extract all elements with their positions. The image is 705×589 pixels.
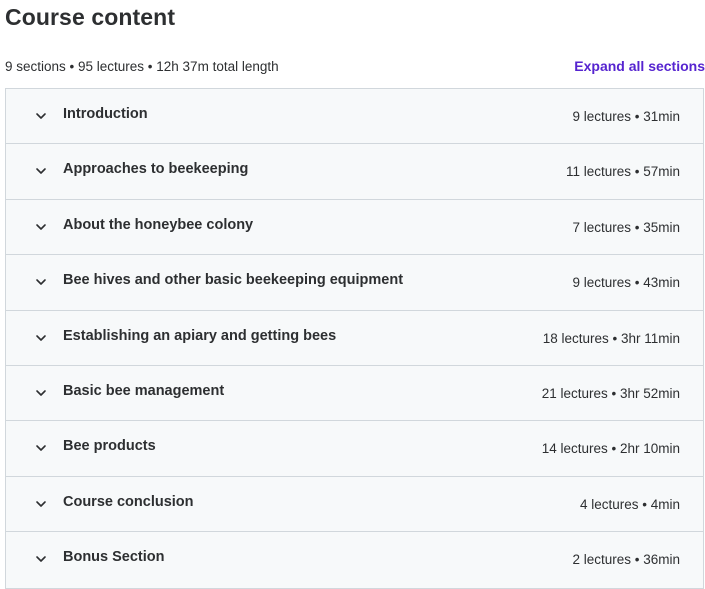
chevron-down-icon (36, 445, 46, 452)
expand-all-sections-button[interactable]: Expand all sections (574, 58, 705, 74)
section-title: Bee products (63, 438, 156, 455)
section-meta: 9 lectures • 31min (572, 109, 680, 124)
section-header[interactable]: About the honeybee colony 7 lectures • 3… (6, 199, 703, 256)
section-header[interactable]: Course conclusion 4 lectures • 4min (6, 476, 703, 533)
chevron-down-icon (36, 334, 46, 341)
chevron-down-icon (36, 223, 46, 230)
section-meta: 2 lectures • 36min (572, 552, 680, 568)
section-title: Introduction (63, 106, 148, 122)
section-meta: 4 lectures • 4min (579, 496, 680, 512)
course-sections-accordion: Introduction 9 lectures • 31min Approach… (5, 88, 704, 589)
section-header[interactable]: Bee products 14 lectures • 2hr 10min (6, 421, 703, 477)
chevron-down-icon (36, 556, 46, 562)
section-title: Basic bee management (63, 382, 225, 399)
chevron-down-icon (36, 279, 46, 285)
section-meta: 11 lectures • 57min (565, 164, 680, 180)
section-meta: 7 lectures • 35min (572, 219, 680, 235)
section-title: Course conclusion (63, 493, 194, 510)
course-summary: 9 sections • 95 lectures • 12h 37m total… (5, 59, 279, 74)
section-meta: 9 lectures • 43min (572, 275, 680, 291)
section-title: Approaches to beekeeping (63, 161, 249, 178)
section-header[interactable]: Basic bee management 21 lectures • 3hr 5… (6, 365, 703, 422)
section-title: Establishing an apiary and getting bees (63, 327, 337, 344)
section-title: About the honeybee colony (63, 216, 254, 233)
page-title: Course content (5, 4, 176, 30)
chevron-down-icon (36, 113, 46, 119)
section-header[interactable]: Approaches to beekeeping 11 lectures • 5… (6, 144, 703, 200)
section-meta: 21 lectures • 3hr 52min (541, 385, 680, 401)
section-meta: 14 lectures • 2hr 10min (541, 441, 680, 457)
section-title: Bee hives and other basic beekeeping equ… (63, 272, 404, 289)
section-header[interactable]: Establishing an apiary and getting bees … (6, 310, 703, 366)
section-header[interactable]: Introduction 9 lectures • 31min (6, 89, 703, 145)
chevron-down-icon (36, 168, 46, 175)
section-header[interactable]: Bonus Section 2 lectures • 36min (6, 532, 703, 588)
chevron-down-icon (36, 500, 46, 507)
section-title: Bonus Section (63, 549, 165, 566)
section-header[interactable]: Bee hives and other basic beekeeping equ… (6, 255, 703, 311)
course-summary-row: 9 sections • 95 lectures • 12h 37m total… (0, 58, 705, 78)
chevron-down-icon (36, 390, 46, 396)
section-meta: 18 lectures • 3hr 11min (542, 330, 680, 346)
